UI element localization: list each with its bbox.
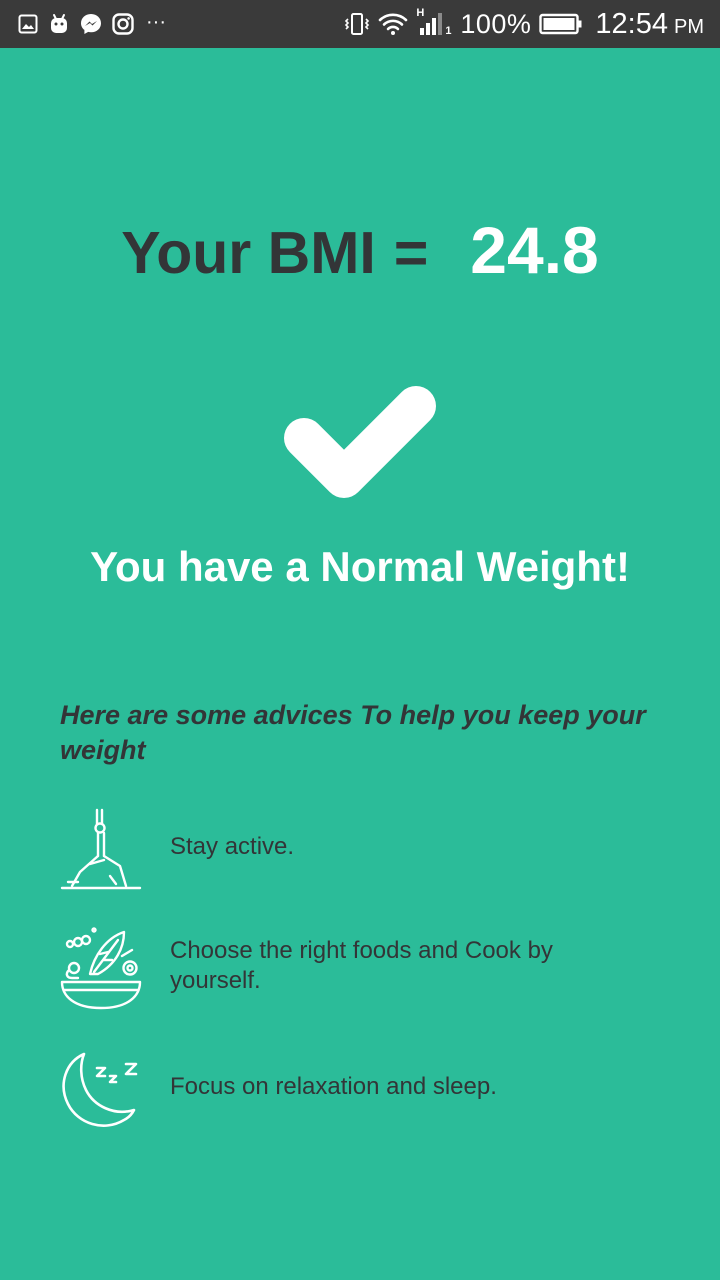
- bmi-value: 24.8: [470, 213, 599, 287]
- android-icon: [48, 13, 70, 35]
- advice-item-right-foods: Choose the right foods and Cook by yours…: [60, 926, 680, 1012]
- bmi-equals-sign: =: [393, 220, 429, 286]
- bmi-label: Your BMI: [121, 220, 376, 286]
- advice-text: Focus on relaxation and sleep.: [170, 1073, 497, 1100]
- yoga-pose-icon: [60, 806, 142, 892]
- notification-icons: ···: [18, 11, 166, 37]
- gallery-icon: [18, 14, 38, 34]
- battery-icon: [539, 12, 583, 36]
- sim-slot-label: 1: [445, 25, 452, 37]
- checkmark-icon: [270, 364, 450, 508]
- signal-icon: H 1: [416, 7, 452, 39]
- bmi-result-row: Your BMI = 24.8: [0, 212, 720, 296]
- moon-sleep-icon: [60, 1046, 142, 1132]
- advice-item-relaxation-sleep: Focus on relaxation and sleep.: [60, 1046, 680, 1132]
- wifi-icon: [378, 11, 408, 37]
- clock-ampm: PM: [674, 15, 704, 38]
- advice-item-stay-active: Stay active.: [60, 806, 680, 892]
- advice-text: Choose the right foods and Cook by yours…: [170, 937, 553, 994]
- messenger-icon: [80, 13, 102, 35]
- salad-bowl-icon: [60, 926, 142, 1012]
- clock: 12:54: [595, 7, 668, 40]
- advice-heading: Here are some advices To help you keep y…: [60, 700, 646, 765]
- more-notifications-icon: ···: [146, 11, 166, 33]
- vibrate-icon: [344, 11, 370, 37]
- battery-percent: 100%: [460, 8, 532, 39]
- system-icons: H 1 100% 12:54 PM: [344, 7, 704, 40]
- advice-text: Stay active.: [170, 833, 295, 860]
- instagram-icon: [112, 13, 134, 35]
- weight-status-message: You have a Normal Weight!: [90, 543, 630, 590]
- network-type-label: H: [416, 7, 425, 19]
- status-bar: ··· H 1 100% 12:54 PM: [0, 0, 720, 48]
